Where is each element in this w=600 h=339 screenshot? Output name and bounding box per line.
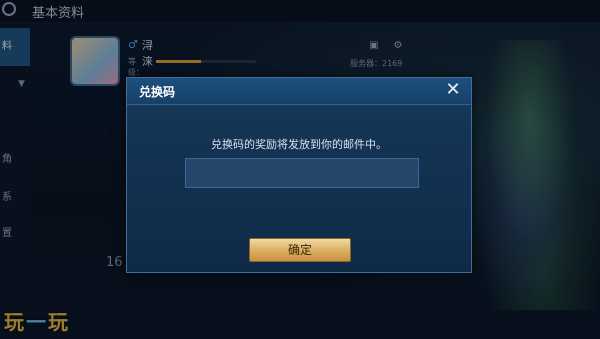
dialog-message: 兑换码的奖励将发放到你的邮件中。 — [211, 138, 387, 151]
confirm-button[interactable]: 确定 — [249, 238, 351, 262]
redeem-code-dialog: 兑换码 ✕ 兑换码的奖励将发放到你的邮件中。 确定 — [126, 77, 472, 273]
close-icon[interactable]: ✕ — [443, 80, 463, 100]
dialog-header: 兑换码 ✕ — [127, 78, 471, 105]
dialog-title: 兑换码 — [139, 85, 176, 99]
redeem-code-input[interactable] — [185, 158, 419, 188]
